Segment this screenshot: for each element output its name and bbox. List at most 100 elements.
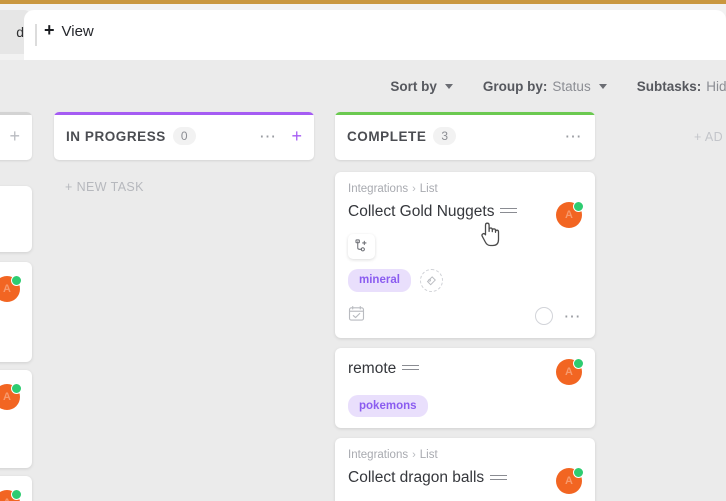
presence-dot bbox=[573, 467, 584, 479]
column-count-badge: 0 bbox=[172, 127, 196, 145]
card-title[interactable]: Collect Gold Nuggets bbox=[348, 203, 494, 220]
subtasks-control[interactable]: Subtasks: Hide bbox=[637, 79, 726, 94]
chevron-down-icon bbox=[598, 83, 607, 89]
avatar[interactable]: A bbox=[0, 275, 22, 302]
card-title-row: Collect Gold Nuggets A bbox=[348, 201, 584, 228]
list-item[interactable]: A bbox=[0, 370, 32, 468]
group-by-label: Group by: bbox=[482, 78, 548, 94]
pointing-hand-cursor bbox=[478, 219, 504, 256]
group-by-value: Status bbox=[552, 78, 591, 94]
drag-handle-icon[interactable] bbox=[402, 365, 420, 371]
column-count-badge: 3 bbox=[433, 127, 457, 145]
tab-previous-label: d bbox=[16, 24, 24, 40]
avatar[interactable]: A bbox=[556, 467, 584, 495]
avatar-initial: A bbox=[565, 475, 573, 488]
presence-dot bbox=[573, 201, 584, 212]
task-card[interactable]: Integrations › List Collect dragon balls… bbox=[335, 438, 595, 501]
column-title: IN PROGRESS bbox=[66, 128, 166, 144]
subtasks-value: Hide bbox=[706, 78, 726, 94]
avatar-initial: A bbox=[3, 391, 11, 403]
chevron-right-icon: › bbox=[412, 449, 416, 462]
column-header-partial[interactable]: + bbox=[0, 112, 32, 160]
column-title: COMPLETE bbox=[347, 128, 427, 144]
drag-handle-icon[interactable] bbox=[500, 208, 518, 214]
add-subtask-icon bbox=[355, 239, 367, 252]
card-title-row: remote A bbox=[348, 358, 584, 385]
more-horizontal-icon[interactable]: ⋯ bbox=[565, 128, 584, 145]
task-card[interactable]: Integrations › List Collect Gold Nuggets… bbox=[335, 172, 595, 338]
drag-handle-icon[interactable] bbox=[490, 474, 508, 480]
avatar-initial: A bbox=[565, 209, 573, 221]
breadcrumb-root[interactable]: Integrations bbox=[348, 449, 408, 461]
sort-by-label: Sort by bbox=[390, 78, 437, 94]
tab-divider bbox=[35, 24, 37, 46]
add-tag-button[interactable] bbox=[419, 269, 443, 292]
breadcrumb-leaf[interactable]: List bbox=[420, 183, 438, 195]
list-item[interactable]: A bbox=[0, 476, 32, 501]
due-date-button[interactable] bbox=[348, 305, 365, 327]
avatar[interactable]: A bbox=[556, 201, 584, 228]
plus-icon[interactable]: + bbox=[9, 127, 20, 145]
column-header-actions: + bbox=[9, 127, 20, 145]
card-list: Integrations › List Collect Gold Nuggets… bbox=[335, 172, 595, 501]
list-item[interactable]: A bbox=[0, 262, 32, 362]
subtasks-label: Subtasks: bbox=[636, 78, 702, 94]
tag[interactable]: mineral bbox=[348, 269, 411, 292]
avatar-initial: A bbox=[565, 366, 573, 378]
add-view-button[interactable]: + View bbox=[44, 20, 94, 40]
more-horizontal-icon[interactable]: ⋯ bbox=[564, 308, 583, 325]
add-view-label: View bbox=[61, 22, 94, 40]
presence-dot bbox=[11, 489, 22, 500]
sort-by-control[interactable]: Sort by bbox=[390, 79, 453, 94]
add-group-button[interactable]: + AD bbox=[694, 130, 723, 144]
card-title[interactable]: Collect dragon balls bbox=[348, 469, 484, 486]
presence-dot bbox=[11, 383, 22, 394]
calendar-check-icon bbox=[348, 305, 365, 321]
card-footer-actions: ⋯ bbox=[534, 307, 583, 325]
presence-dot bbox=[11, 275, 22, 286]
breadcrumb-leaf[interactable]: List bbox=[420, 449, 438, 461]
avatar[interactable]: A bbox=[556, 358, 584, 385]
tag[interactable]: pokemons bbox=[348, 395, 428, 418]
empty-circle-icon[interactable] bbox=[534, 307, 553, 325]
avatar[interactable]: A bbox=[0, 383, 22, 410]
avatar-initial: A bbox=[3, 283, 11, 295]
app-root: d + View Sort by Group by: Status Subtas… bbox=[0, 0, 726, 501]
column-header-complete[interactable]: COMPLETE 3 ⋯ bbox=[335, 112, 595, 160]
plus-icon[interactable]: + bbox=[291, 127, 302, 145]
tab-strip: d + View bbox=[0, 4, 726, 60]
add-tag-icon bbox=[427, 275, 437, 285]
more-horizontal-icon[interactable]: ⋯ bbox=[259, 128, 278, 145]
board-column-complete: COMPLETE 3 ⋯ Integrations › List Collect… bbox=[335, 112, 595, 501]
add-subtask-button[interactable] bbox=[348, 234, 375, 259]
list-item[interactable] bbox=[0, 186, 32, 252]
card-title-wrap: remote bbox=[348, 359, 556, 378]
tag-row: mineral bbox=[348, 269, 582, 292]
board-toolbar: Sort by Group by: Status Subtasks: Hide bbox=[0, 60, 726, 112]
tab-active[interactable] bbox=[24, 10, 726, 60]
breadcrumb-root[interactable]: Integrations bbox=[348, 183, 408, 195]
column-header-actions: ⋯ + bbox=[259, 127, 302, 145]
card-title-row: Collect dragon balls A bbox=[348, 467, 584, 495]
card-title-wrap: Collect dragon balls bbox=[348, 468, 556, 487]
group-by-control[interactable]: Group by: Status bbox=[483, 79, 607, 94]
chevron-right-icon: › bbox=[412, 183, 416, 195]
column-header-in-progress[interactable]: IN PROGRESS 0 ⋯ + bbox=[54, 112, 314, 160]
new-task-button[interactable]: + NEW TASK bbox=[54, 180, 314, 194]
plus-icon: + bbox=[44, 20, 55, 40]
board-column-partial: + bbox=[0, 112, 32, 160]
card-title-wrap: Collect Gold Nuggets bbox=[348, 202, 556, 221]
card-title[interactable]: remote bbox=[348, 360, 396, 377]
presence-dot bbox=[573, 358, 584, 369]
card-footer: ⋯ bbox=[348, 305, 582, 327]
task-card[interactable]: remote A pokemons bbox=[335, 348, 595, 429]
chevron-down-icon bbox=[444, 83, 453, 89]
breadcrumb: Integrations › List bbox=[348, 449, 582, 461]
avatar[interactable]: A bbox=[0, 489, 22, 501]
board-column-in-progress: IN PROGRESS 0 ⋯ + + NEW TASK bbox=[54, 112, 314, 194]
breadcrumb: Integrations › List bbox=[348, 183, 582, 195]
kanban-board: + A A A IN PROGRESS bbox=[0, 112, 726, 501]
tag-row: pokemons bbox=[348, 395, 582, 418]
column-header-actions: ⋯ bbox=[565, 128, 584, 145]
avatar-initial: A bbox=[3, 497, 11, 501]
